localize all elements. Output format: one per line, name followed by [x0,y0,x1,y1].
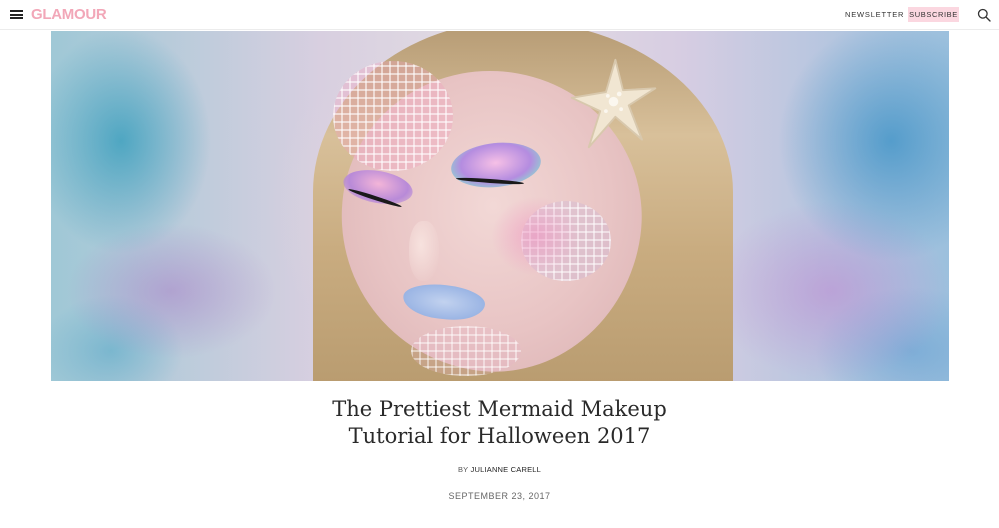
search-icon[interactable] [977,8,991,22]
newsletter-link[interactable]: NEWSLETTER [845,10,904,20]
hero-chin-scales [411,326,521,376]
hero-scale-pattern [333,61,453,171]
top-navigation-bar: GLAMOUR NEWSLETTER SUBSCRIBE [0,0,999,30]
starfish-icon [570,58,657,149]
hamburger-menu-icon[interactable] [10,10,23,19]
headline-line-2: Tutorial for Halloween 2017 [348,424,651,448]
author-link[interactable]: JULIANNE CARELL [471,465,542,474]
article-headline: The Prettiest Mermaid Makeup Tutorial fo… [0,396,999,450]
headline-line-1: The Prettiest Mermaid Makeup [332,397,667,421]
byline: BY JULIANNE CARELL [0,465,999,475]
hero-image [51,31,949,381]
site-logo[interactable]: GLAMOUR [31,6,107,24]
byline-prefix: BY [457,465,469,474]
hero-cheek-blush [491,196,581,276]
subscribe-button[interactable]: SUBSCRIBE [908,7,959,22]
publish-date: SEPTEMBER 23, 2017 [448,491,551,501]
hero-nose-highlight [409,221,439,281]
